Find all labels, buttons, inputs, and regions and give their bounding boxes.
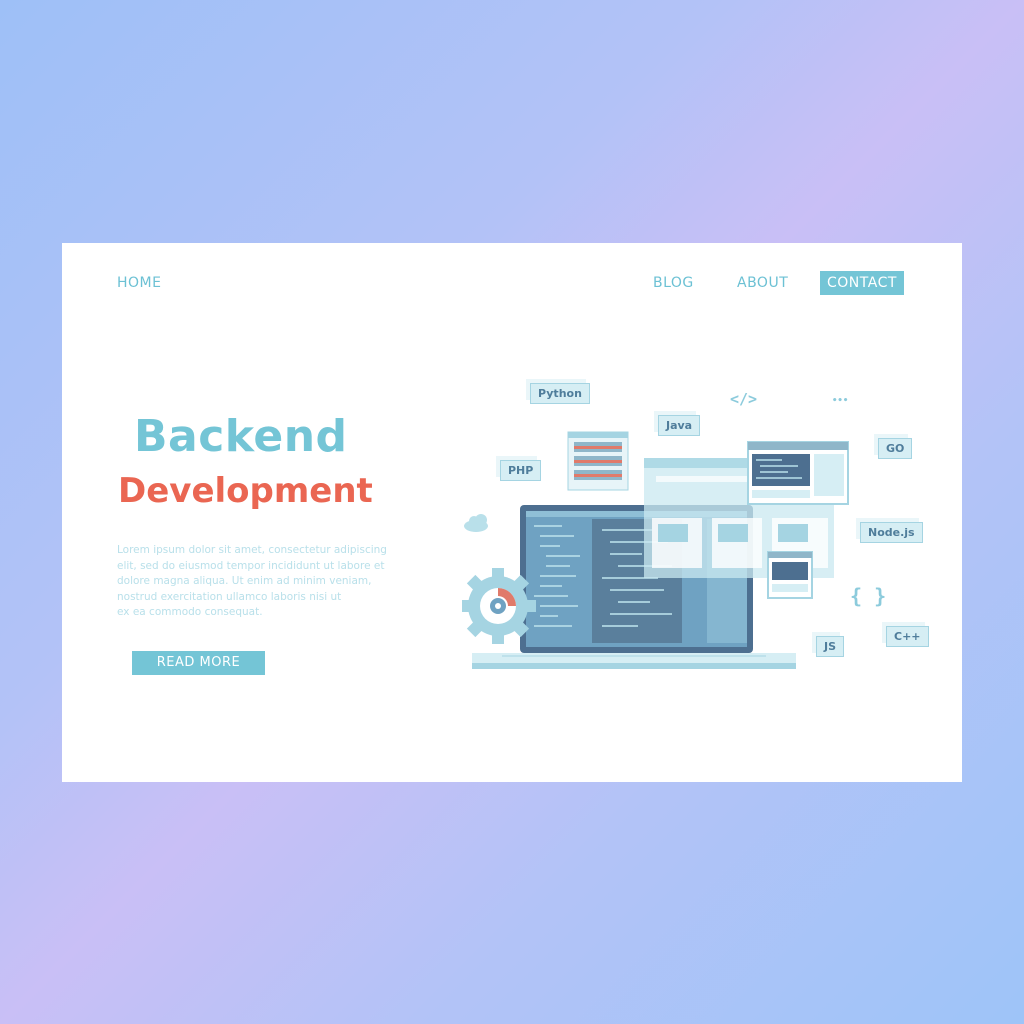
nav-contact-button[interactable]: CONTACT [820, 271, 904, 295]
hero-title-line2: Development [118, 471, 373, 511]
read-more-button[interactable]: READ MORE [132, 651, 265, 675]
tag-go: GO [878, 438, 913, 459]
nav-blog-link[interactable]: BLOG [653, 275, 694, 291]
tag-python: Python [530, 383, 590, 404]
code-window-icon [747, 441, 849, 505]
backend-illustration: Python Java PHP GO Node.js C++ JS </> ••… [460, 378, 932, 698]
braces-symbol: { } [850, 584, 887, 608]
landing-card: HOME BLOG ABOUT CONTACT Backend Developm… [62, 243, 962, 782]
nav-about-link[interactable]: ABOUT [737, 275, 788, 291]
small-code-window-icon [767, 551, 813, 599]
hero-description-line: nostrud exercitation ullamco laboris nis… [117, 590, 342, 603]
cloud-icon [464, 514, 488, 532]
nav-home-link[interactable]: HOME [117, 275, 161, 291]
tag-js: JS [816, 636, 845, 657]
hero-description-line: dolore magna aliqua. Ut enim ad minim ve… [117, 575, 372, 587]
tag-java: Java [658, 415, 701, 436]
tag-nodejs: Node.js [860, 522, 923, 543]
gear-icon [460, 568, 536, 644]
tag-cpp: C++ [886, 626, 929, 647]
hero-description-line: Lorem ipsum dolor sit amet, consectetur … [117, 544, 387, 556]
code-tag-symbol: </> [730, 390, 758, 408]
hero-description: Lorem ipsum dolor sit amet, consectetur … [117, 543, 417, 621]
hero-description-line: ex ea commodo consequat. [117, 606, 263, 618]
tag-php: PHP [500, 460, 542, 481]
server-icon [567, 431, 629, 491]
dots-symbol: ••• [832, 396, 849, 406]
hero-description-line: elit, sed do eiusmod tempor incididunt u… [117, 559, 385, 572]
hero-title-line1: Backend [134, 411, 348, 462]
